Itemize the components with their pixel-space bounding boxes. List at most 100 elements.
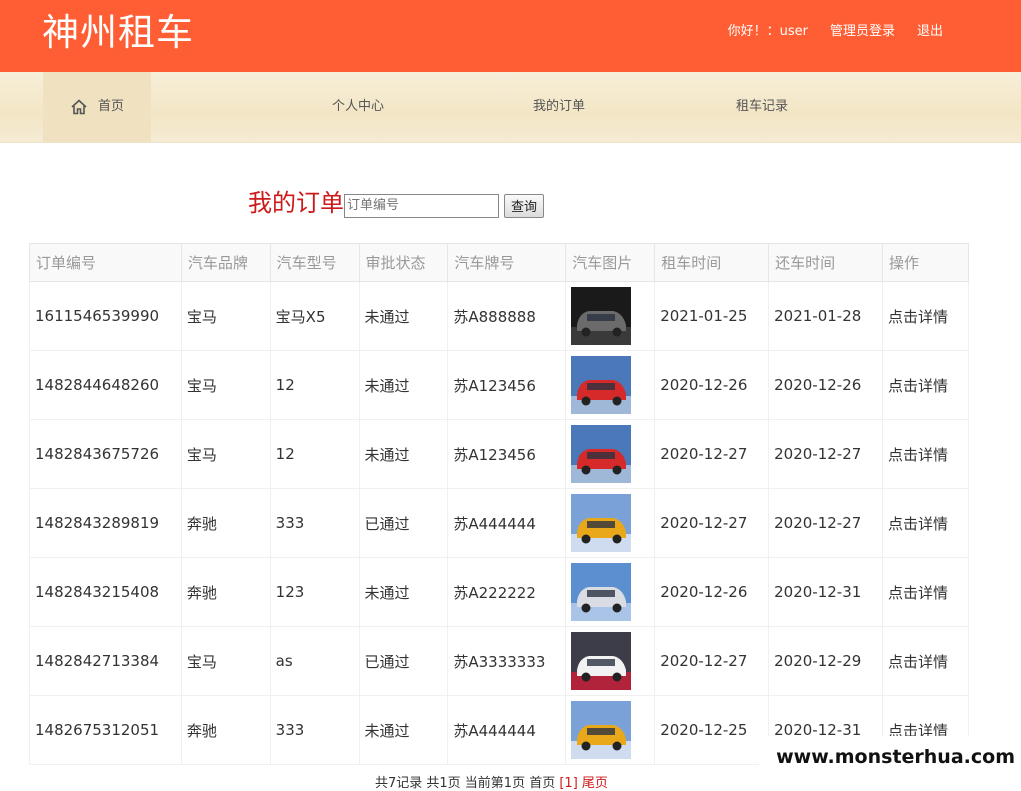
status-cell: 未通过 — [358, 557, 449, 627]
column-header-order-id: 订单编号 — [29, 243, 182, 282]
pagination-summary: 共7记录 共1页 当前第1页 首页 — [375, 776, 556, 791]
detail-link[interactable]: 点击详情 — [882, 419, 969, 489]
brand-cell: 宝马 — [180, 350, 271, 420]
rent-time-cell: 2020-12-27 — [654, 488, 770, 558]
return-time-cell: 2020-12-27 — [768, 488, 884, 558]
brand-cell: 宝马 — [180, 281, 271, 351]
rent-time-cell: 2020-12-26 — [654, 557, 770, 627]
detail-link[interactable]: 点击详情 — [882, 350, 969, 420]
table-row: 1482843289819 奔驰 333 已通过 苏A444444 2020-12-27 2… — [29, 488, 969, 558]
return-time-cell: 2020-12-27 — [768, 419, 884, 489]
brand-cell: 奔驰 — [180, 695, 271, 765]
table-row: 1611546539990 宝马 宝马X5 未通过 苏A888888 2021-01-25… — [29, 281, 969, 351]
user-greeting: 你好！：user — [727, 24, 808, 39]
order-id-cell: 1482843215408 — [29, 557, 182, 627]
table-row: 1482842713384 宝马 as 已通过 苏A3333333 2020-12-27 2… — [29, 626, 969, 696]
table-header-row: 订单编号 汽车品牌 汽车型号 审批状态 汽车牌号 汽车图片 租车时间 还车时间 … — [29, 243, 969, 282]
status-cell: 未通过 — [358, 695, 449, 765]
plate-cell: 苏A123456 — [447, 350, 567, 420]
model-cell: 12 — [269, 350, 360, 420]
rent-time-cell: 2020-12-26 — [654, 350, 770, 420]
column-header-image: 汽车图片 — [565, 243, 656, 282]
car-photo — [571, 494, 632, 552]
plate-cell: 苏A3333333 — [447, 626, 567, 696]
nav-item-home[interactable]: 首页 — [43, 72, 151, 142]
pagination-last-page[interactable]: 尾页 — [582, 776, 608, 791]
rent-time-cell: 2020-12-25 — [654, 695, 770, 765]
order-id-cell: 1482844648260 — [29, 350, 182, 420]
model-cell: 宝马X5 — [269, 281, 360, 351]
car-photo — [571, 356, 632, 414]
detail-link[interactable]: 点击详情 — [882, 557, 969, 627]
status-cell: 已通过 — [358, 626, 449, 696]
model-cell: 123 — [269, 557, 360, 627]
status-cell: 未通过 — [358, 419, 449, 489]
return-time-cell: 2021-01-28 — [768, 281, 884, 351]
image-cell — [565, 350, 656, 420]
plate-cell: 苏A444444 — [447, 695, 567, 765]
column-header-rent-time: 租车时间 — [654, 243, 770, 282]
column-header-plate: 汽车牌号 — [447, 243, 567, 282]
detail-link[interactable]: 点击详情 — [882, 281, 969, 351]
orders-table-body: 1611546539990 宝马 宝马X5 未通过 苏A888888 2021-01-25… — [29, 281, 969, 765]
car-photo — [571, 425, 632, 483]
plate-cell: 苏A123456 — [447, 419, 567, 489]
plate-cell: 苏A222222 — [447, 557, 567, 627]
table-row: 1482843215408 奔驰 123 未通过 苏A222222 2020-12-26 2… — [29, 557, 969, 627]
search-button[interactable]: 查询 — [504, 193, 545, 218]
table-row: 1482844648260 宝马 12 未通过 苏A123456 2020-12-26 20… — [29, 350, 969, 420]
nav-home-label: 首页 — [97, 99, 124, 114]
orders-table: 订单编号 汽车品牌 汽车型号 审批状态 汽车牌号 汽车图片 租车时间 还车时间 … — [29, 243, 969, 765]
image-cell — [565, 419, 656, 489]
image-cell — [565, 488, 656, 558]
pagination-current-page[interactable]: [1] — [559, 776, 577, 791]
column-header-action: 操作 — [882, 243, 969, 282]
order-id-cell: 1482843675726 — [29, 419, 182, 489]
brand-cell: 奔驰 — [180, 557, 271, 627]
pagination: 共7记录 共1页 当前第1页 首页 [1] 尾页 — [375, 772, 608, 791]
nav-item-orders[interactable]: 我的订单 — [533, 72, 585, 142]
brand-cell: 宝马 — [180, 626, 271, 696]
model-cell: 333 — [269, 488, 360, 558]
order-id-cell: 1482675312051 — [29, 695, 182, 765]
home-icon — [70, 98, 88, 116]
return-time-cell: 2020-12-29 — [768, 626, 884, 696]
rent-time-cell: 2021-01-25 — [654, 281, 770, 351]
model-cell: 333 — [269, 695, 360, 765]
detail-link[interactable]: 点击详情 — [882, 626, 969, 696]
car-photo — [571, 563, 632, 621]
model-cell: as — [269, 626, 360, 696]
logout-link[interactable]: 退出 — [917, 20, 943, 39]
order-number-input[interactable] — [344, 193, 499, 218]
status-cell: 未通过 — [358, 350, 449, 420]
order-id-cell: 1482842713384 — [29, 626, 182, 696]
header-links: 你好！：user 管理员登录 退出 — [728, 20, 943, 39]
table-row: 1482843675726 宝马 12 未通过 苏A123456 2020-12-27 20… — [29, 419, 969, 489]
column-header-brand: 汽车品牌 — [180, 243, 271, 282]
top-header: 神州租车 你好！：user 管理员登录 退出 — [0, 0, 1021, 72]
return-time-cell: 2020-12-26 — [768, 350, 884, 420]
brand-title: 神州租车 — [42, 11, 194, 54]
image-cell — [565, 626, 656, 696]
model-cell: 12 — [269, 419, 360, 489]
column-header-return-time: 还车时间 — [768, 243, 884, 282]
main-nav: 首页 个人中心 我的订单 租车记录 — [0, 72, 1021, 143]
rent-time-cell: 2020-12-27 — [654, 626, 770, 696]
car-photo — [571, 287, 632, 345]
column-header-status: 审批状态 — [358, 243, 449, 282]
nav-item-profile[interactable]: 个人中心 — [332, 72, 384, 142]
page-title: 我的订单 — [248, 189, 344, 217]
car-photo — [571, 701, 632, 759]
return-time-cell: 2020-12-31 — [768, 557, 884, 627]
status-cell: 已通过 — [358, 488, 449, 558]
plate-cell: 苏A888888 — [447, 281, 567, 351]
watermark-text: www.monsterhua.com — [759, 736, 1021, 778]
brand-cell: 奔驰 — [180, 488, 271, 558]
status-cell: 未通过 — [358, 281, 449, 351]
nav-item-rentals[interactable]: 租车记录 — [736, 72, 788, 142]
image-cell — [565, 695, 656, 765]
admin-login-link[interactable]: 管理员登录 — [830, 20, 895, 39]
image-cell — [565, 281, 656, 351]
order-id-cell: 1482843289819 — [29, 488, 182, 558]
detail-link[interactable]: 点击详情 — [882, 488, 969, 558]
